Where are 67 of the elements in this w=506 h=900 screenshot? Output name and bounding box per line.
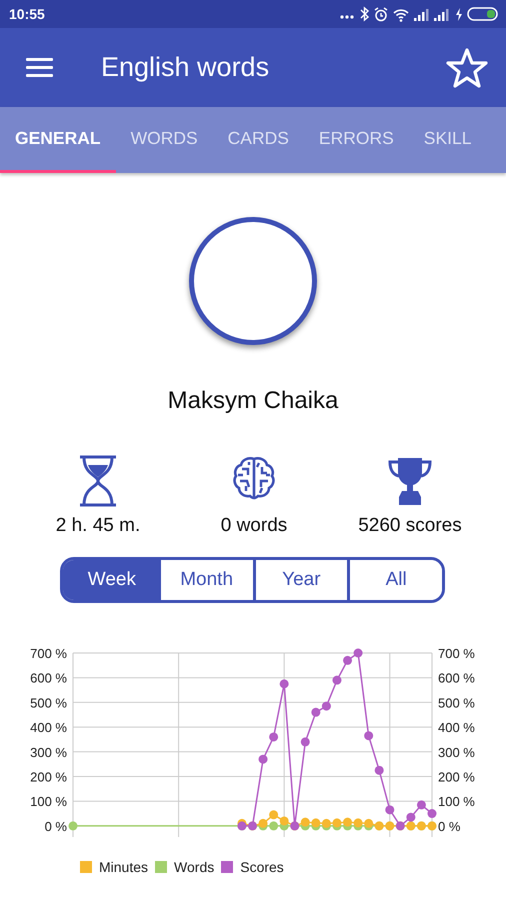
axis-label: 100 % xyxy=(438,794,475,810)
stat-value: 0 words xyxy=(220,515,288,537)
axis-label: 500 % xyxy=(438,695,475,710)
axis-label: 500 % xyxy=(30,695,67,710)
battery-icon xyxy=(467,7,498,21)
data-point xyxy=(343,656,352,665)
data-point xyxy=(311,818,320,828)
menu-icon[interactable] xyxy=(26,58,53,77)
data-point xyxy=(332,676,342,685)
data-point xyxy=(258,754,268,764)
axis-label: 300 % xyxy=(30,744,67,760)
tab[interactable]: WORDS xyxy=(116,107,213,173)
tab[interactable]: GENERAL xyxy=(0,107,116,173)
data-point xyxy=(311,708,320,717)
axis-label: 200 % xyxy=(438,770,475,784)
data-point xyxy=(322,818,331,828)
legend-label: Scores xyxy=(240,859,284,875)
app-title: English words xyxy=(101,52,270,83)
axis-label: 400 % xyxy=(30,720,67,736)
tab[interactable]: SKILL xyxy=(408,107,486,173)
legend-label: Minutes xyxy=(99,859,148,875)
signal-icon xyxy=(414,8,429,20)
axis-label: 200 % xyxy=(30,770,67,784)
data-point xyxy=(269,732,278,742)
charging-icon xyxy=(454,6,462,22)
stat-value: 5260 scores xyxy=(358,515,462,537)
trophy-icon xyxy=(388,455,432,507)
data-point xyxy=(385,805,394,814)
tab[interactable]: CARDS xyxy=(212,107,304,173)
signal-icon xyxy=(434,8,449,20)
user-name: Maksym Chaika xyxy=(168,387,338,415)
data-point xyxy=(68,821,78,830)
clock-time: 10:55 xyxy=(9,6,45,22)
data-point xyxy=(406,812,416,822)
period-tab[interactable]: Week xyxy=(63,560,158,600)
alarm-icon xyxy=(374,6,388,22)
axis-label: 600 % xyxy=(438,670,475,686)
axis-label: 600 % xyxy=(30,670,67,686)
data-point xyxy=(374,766,384,775)
data-point xyxy=(269,810,278,820)
data-point xyxy=(332,818,342,828)
data-point xyxy=(354,818,363,828)
tab[interactable]: ERRORS xyxy=(304,107,409,173)
wifi-icon xyxy=(393,6,409,22)
legend-label: Words xyxy=(174,859,214,875)
axis-label: 0 % xyxy=(438,818,460,834)
data-point xyxy=(300,737,310,746)
axis-label: 400 % xyxy=(438,720,475,736)
star-icon[interactable] xyxy=(445,46,489,88)
stat-value: 2 h. 45 m. xyxy=(56,515,140,537)
data-point xyxy=(428,809,436,818)
data-point xyxy=(258,818,268,828)
data-point xyxy=(354,648,363,658)
bluetooth-icon xyxy=(359,6,369,22)
axis-label: 100 % xyxy=(30,794,67,810)
axis-label: 300 % xyxy=(438,744,475,760)
axis-label: 700 % xyxy=(30,646,67,661)
data-point xyxy=(416,800,426,810)
data-point xyxy=(322,702,331,711)
data-point xyxy=(280,816,289,826)
data-point xyxy=(364,731,374,740)
data-point xyxy=(280,679,289,688)
axis-label: 700 % xyxy=(438,646,475,661)
period-tab[interactable]: All xyxy=(347,560,442,600)
data-point xyxy=(269,821,278,830)
data-point xyxy=(364,818,374,828)
axis-label: 0 % xyxy=(44,818,67,834)
